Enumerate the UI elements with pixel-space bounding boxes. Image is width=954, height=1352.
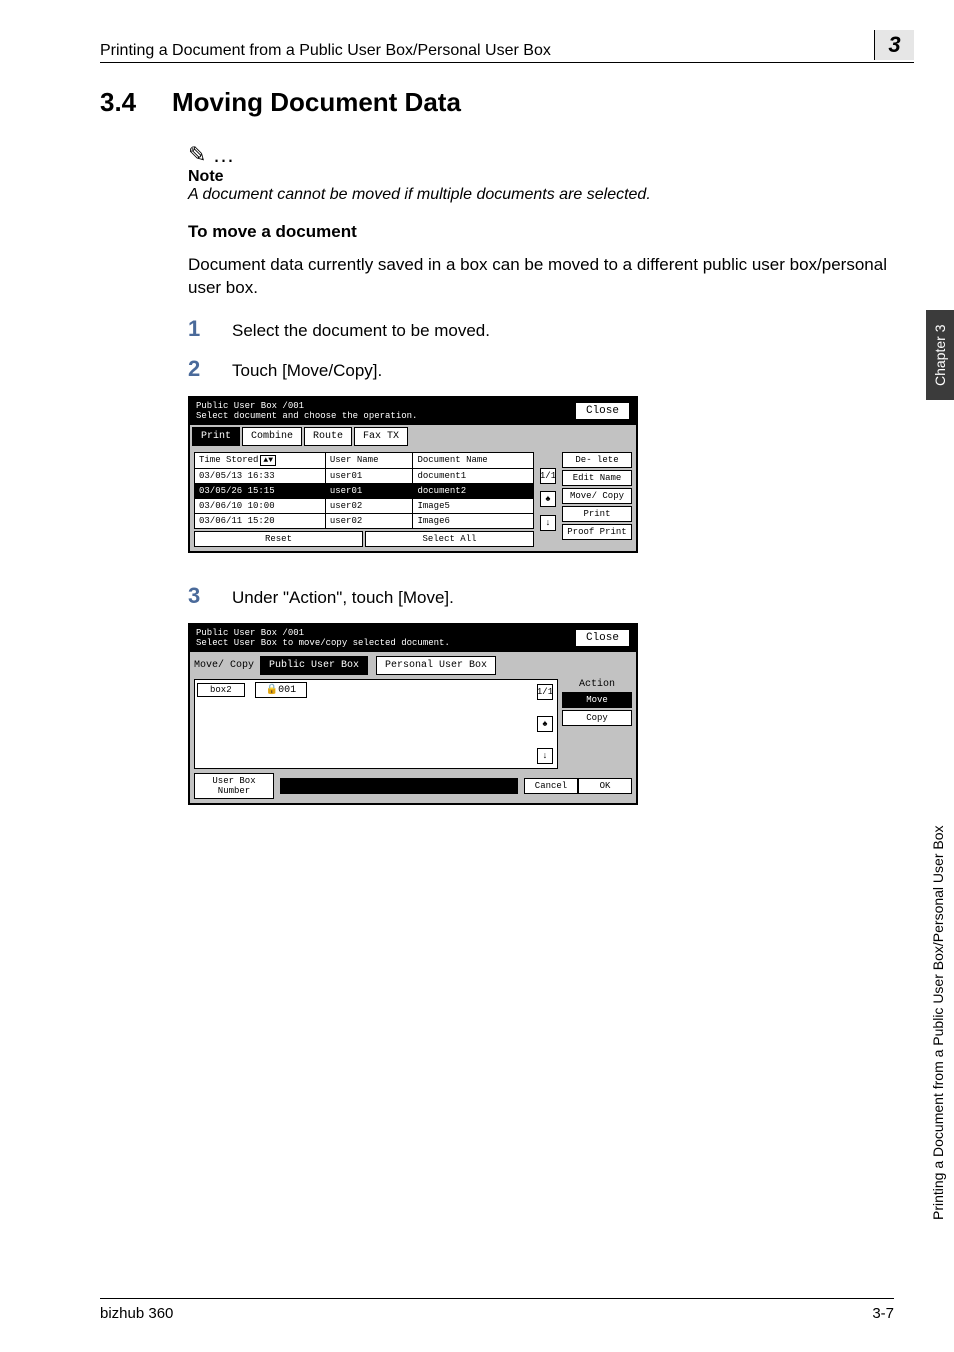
- print-button[interactable]: Print: [562, 506, 632, 522]
- list-item[interactable]: 🔒001: [255, 682, 307, 698]
- proof-print-button[interactable]: Proof Print: [562, 524, 632, 540]
- scroll-up-icon[interactable]: ♠: [540, 491, 556, 507]
- side-section-label: Printing a Document from a Public User B…: [926, 420, 950, 1220]
- userbox-list: box2 🔒001 1/1 ♠ ↓: [194, 679, 558, 769]
- panel1-subtitle: Select document and choose the operation…: [196, 411, 417, 421]
- panel1-title: Public User Box /001: [196, 402, 417, 411]
- delete-button[interactable]: De- lete: [562, 452, 632, 468]
- note-text: A document cannot be moved if multiple d…: [188, 186, 914, 204]
- tab-print[interactable]: Print: [192, 427, 240, 446]
- tab-personal-userbox[interactable]: Personal User Box: [376, 656, 496, 675]
- action-label: Action: [562, 679, 632, 690]
- step-text: Select the document to be moved.: [232, 321, 490, 341]
- panel1-tabs: Print Combine Route Fax TX: [190, 425, 636, 448]
- tab-fax[interactable]: Fax TX: [354, 427, 408, 446]
- chapter-tab: Chapter 3: [926, 310, 954, 400]
- ok-button[interactable]: OK: [578, 778, 632, 794]
- step-number: 2: [188, 356, 232, 382]
- close-button[interactable]: Close: [575, 629, 630, 647]
- note-block: ✎ … Note A document cannot be moved if m…: [188, 142, 914, 204]
- step-1: 1 Select the document to be moved.: [188, 316, 914, 342]
- col-time[interactable]: Time Stored▲▼: [195, 452, 326, 468]
- panel1-action-buttons: De- lete Edit Name Move/ Copy Print Proo…: [562, 452, 632, 547]
- copy-button[interactable]: Copy: [562, 710, 632, 726]
- note-icon: ✎ …: [188, 142, 914, 168]
- table-row[interactable]: 03/05/26 15:15user01document2: [195, 483, 534, 498]
- panel2-action-column: Action Move Copy: [562, 679, 632, 769]
- panel2-body: Move/ Copy Public User Box Personal User…: [190, 652, 636, 803]
- userbox-number-button[interactable]: User Box Number: [194, 773, 274, 799]
- section-heading: 3.4Moving Document Data: [100, 87, 914, 118]
- panel1-body: Time Stored▲▼ User Name Document Name 03…: [190, 448, 636, 551]
- panel2-title: Public User Box /001: [196, 629, 450, 638]
- subheading: To move a document: [188, 222, 914, 242]
- scroll-down-icon[interactable]: ↓: [540, 515, 556, 531]
- select-all-button[interactable]: Select All: [365, 531, 534, 547]
- panel1-header: Public User Box /001 Select document and…: [190, 398, 636, 425]
- panel2-header: Public User Box /001 Select User Box to …: [190, 625, 636, 652]
- header-title: Printing a Document from a Public User B…: [100, 42, 866, 60]
- step-text: Under "Action", touch [Move].: [232, 588, 454, 608]
- move-button[interactable]: Move: [562, 692, 632, 708]
- step-text: Touch [Move/Copy].: [232, 361, 382, 381]
- mode-label: Move/ Copy: [194, 660, 254, 671]
- step-2: 2 Touch [Move/Copy].: [188, 356, 914, 382]
- intro-text: Document data currently saved in a box c…: [188, 254, 914, 300]
- screenshot-panel-1: Public User Box /001 Select document and…: [188, 396, 638, 553]
- step-3: 3 Under "Action", touch [Move].: [188, 583, 914, 609]
- page-header: Printing a Document from a Public User B…: [100, 30, 914, 63]
- reset-button[interactable]: Reset: [194, 531, 363, 547]
- page-indicator: 1/1: [537, 684, 553, 700]
- edit-name-button[interactable]: Edit Name: [562, 470, 632, 486]
- document-table: Time Stored▲▼ User Name Document Name 03…: [194, 452, 534, 529]
- page-indicator: 1/1: [540, 468, 556, 484]
- section-title: Moving Document Data: [172, 87, 461, 117]
- section-number: 3.4: [100, 87, 172, 118]
- screenshot-panel-2: Public User Box /001 Select User Box to …: [188, 623, 638, 805]
- cancel-button[interactable]: Cancel: [524, 778, 578, 794]
- list-item[interactable]: box2: [197, 683, 245, 697]
- footer-left: bizhub 360: [100, 1305, 173, 1322]
- page-footer: bizhub 360 3-7: [100, 1298, 894, 1322]
- panel2-subtitle: Select User Box to move/copy selected do…: [196, 638, 450, 648]
- note-label: Note: [188, 168, 914, 186]
- table-row[interactable]: 03/06/11 15:20user02Image6: [195, 513, 534, 528]
- tab-combine[interactable]: Combine: [242, 427, 302, 446]
- col-user[interactable]: User Name: [325, 452, 413, 468]
- userbox-number-input[interactable]: [280, 778, 518, 794]
- chapter-number-box: 3: [874, 30, 914, 60]
- footer-right: 3-7: [872, 1305, 894, 1322]
- move-copy-button[interactable]: Move/ Copy: [562, 488, 632, 504]
- table-row[interactable]: 03/06/10 10:00user02Image5: [195, 498, 534, 513]
- step-number: 1: [188, 316, 232, 342]
- table-header-row: Time Stored▲▼ User Name Document Name: [195, 452, 534, 468]
- close-button[interactable]: Close: [575, 402, 630, 420]
- tab-route[interactable]: Route: [304, 427, 352, 446]
- sort-icon[interactable]: ▲▼: [260, 455, 276, 466]
- table-row[interactable]: 03/05/13 16:33user01document1: [195, 468, 534, 483]
- col-doc[interactable]: Document Name: [413, 452, 534, 468]
- tab-public-userbox[interactable]: Public User Box: [260, 656, 368, 675]
- scroll-down-icon[interactable]: ↓: [537, 748, 553, 764]
- scroll-column: 1/1 ♠ ↓: [538, 452, 558, 547]
- scroll-up-icon[interactable]: ♠: [537, 716, 553, 732]
- step-number: 3: [188, 583, 232, 609]
